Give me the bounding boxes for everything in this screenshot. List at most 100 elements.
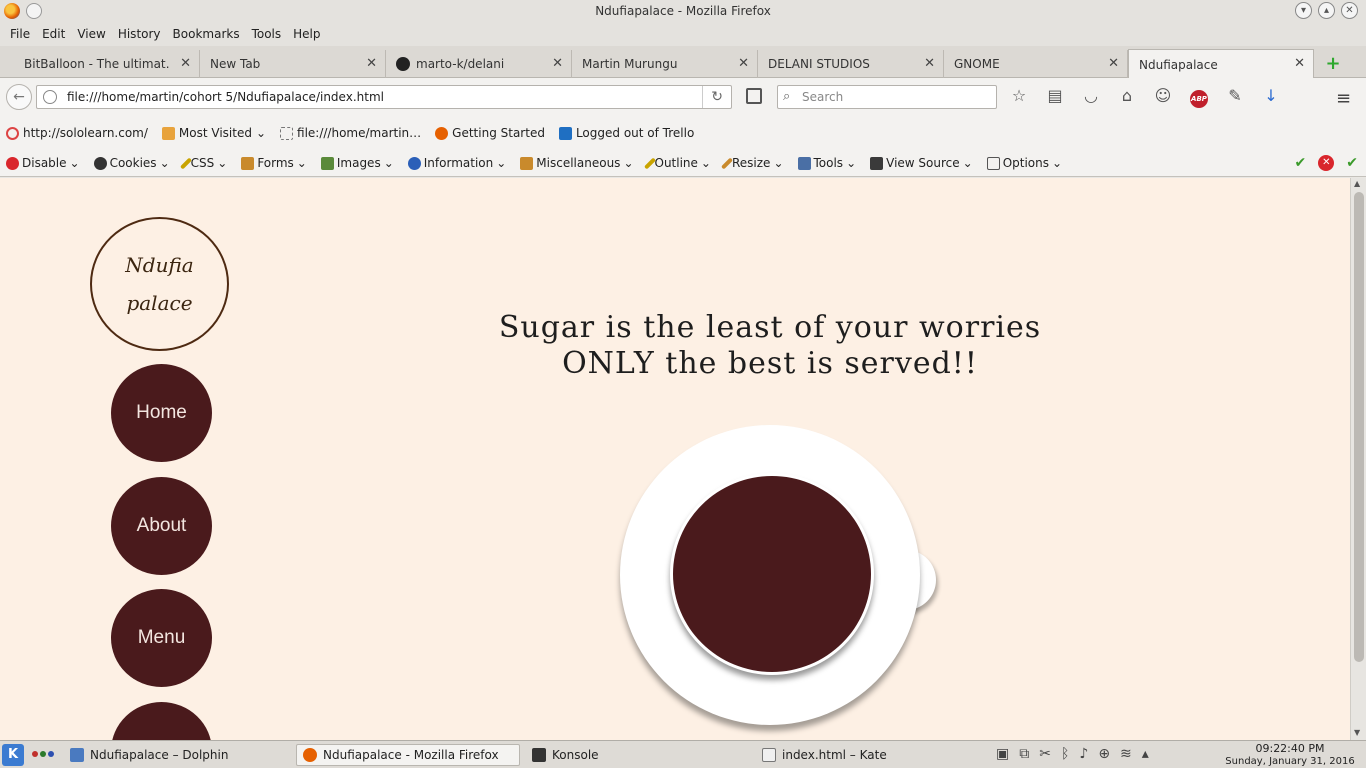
chat-icon[interactable]: ☺ xyxy=(1152,86,1174,108)
tab-new-tab[interactable]: New Tab ✕ xyxy=(200,50,386,78)
wifi-icon[interactable]: ≋ xyxy=(1120,746,1132,762)
dev-resize-menu[interactable]: Resize ⌄ xyxy=(720,156,784,170)
dev-label: Information xyxy=(423,156,494,170)
minimize-button[interactable]: ▾ xyxy=(1295,2,1312,19)
menu-help[interactable]: Help xyxy=(287,22,326,46)
tab-gnome[interactable]: GNOME ✕ xyxy=(944,50,1128,78)
menu-view[interactable]: View xyxy=(71,22,111,46)
window-title: Ndufiapalace - Mozilla Firefox xyxy=(595,4,771,18)
sidebar-icon[interactable] xyxy=(746,88,762,104)
pin-icon[interactable] xyxy=(26,3,42,19)
adblock-icon[interactable]: ABP xyxy=(1188,86,1210,108)
menu-file[interactable]: File xyxy=(4,22,36,46)
kde-launcher-icon[interactable]: K xyxy=(2,744,24,766)
page-scrollbar[interactable]: ▲ ▼ xyxy=(1350,178,1366,740)
bookmark-label: http://sololearn.com/ xyxy=(23,126,148,140)
tab-delani-studios[interactable]: DELANI STUDIOS ✕ xyxy=(758,50,944,78)
scroll-up-icon[interactable]: ▲ xyxy=(1354,179,1360,188)
calendar-icon[interactable]: ▣ xyxy=(996,746,1009,762)
hamburger-menu-icon[interactable]: ≡ xyxy=(1336,88,1351,109)
pocket-icon[interactable]: ◡ xyxy=(1080,86,1102,108)
dev-information-menu[interactable]: Information ⌄ xyxy=(407,156,506,170)
dev-forms-menu[interactable]: Forms ⌄ xyxy=(241,156,307,170)
bluetooth-icon[interactable]: ᛒ xyxy=(1061,746,1069,762)
chevron-down-icon: ⌄ xyxy=(255,126,267,140)
chevron-down-icon: ⌄ xyxy=(383,156,394,170)
tab-close-icon[interactable]: ✕ xyxy=(1294,56,1305,71)
dev-images-menu[interactable]: Images ⌄ xyxy=(320,156,394,170)
js-error-icon[interactable]: ✕ xyxy=(1318,155,1335,171)
dev-view-source-menu[interactable]: View Source ⌄ xyxy=(870,156,973,170)
sololearn-icon xyxy=(6,126,19,140)
site-identity-icon[interactable] xyxy=(43,90,57,104)
tab-close-icon[interactable]: ✕ xyxy=(738,56,749,71)
firefox-logo-icon[interactable] xyxy=(4,3,20,19)
tab-ndufiapalace[interactable]: Ndufiapalace ✕ xyxy=(1128,49,1314,79)
dev-outline-menu[interactable]: Outline ⌄ xyxy=(643,156,711,170)
download-icon[interactable]: ↓ xyxy=(1260,86,1282,108)
menu-history[interactable]: History xyxy=(112,22,167,46)
bookmark-file[interactable]: file:///home/martin… xyxy=(280,126,421,140)
url-bar[interactable]: file:///home/martin/cohort 5/Ndufiapalac… xyxy=(36,85,732,109)
volume-icon[interactable]: ♪ xyxy=(1079,746,1088,762)
window-controls: ▾ ▴ ✕ xyxy=(1295,2,1358,19)
tab-close-icon[interactable]: ✕ xyxy=(1108,56,1119,71)
clipboard-scissors-icon[interactable]: ✂ xyxy=(1039,746,1051,762)
menu-tools[interactable]: Tools xyxy=(246,22,288,46)
nav-home-button[interactable]: Home xyxy=(111,364,212,462)
bookmark-getting-started[interactable]: Getting Started xyxy=(435,126,545,140)
reload-icon[interactable]: ↻ xyxy=(702,86,723,108)
tab-label: marto-k/delani xyxy=(416,57,505,71)
css-valid-check-icon[interactable]: ✔ xyxy=(1295,155,1307,171)
reading-list-icon[interactable]: ▤ xyxy=(1044,86,1066,108)
extension-icon[interactable]: ✎ xyxy=(1224,86,1246,108)
bookmark-trello[interactable]: Logged out of Trello xyxy=(558,126,694,140)
nav-about-button[interactable]: About xyxy=(111,477,212,575)
dev-label: Disable xyxy=(22,156,67,170)
dev-disable-menu[interactable]: Disable ⌄ xyxy=(6,156,80,170)
network-icon[interactable]: ⊕ xyxy=(1098,746,1110,762)
dev-label: Resize xyxy=(731,156,771,170)
tab-close-icon[interactable]: ✕ xyxy=(366,56,377,71)
scroll-down-icon[interactable]: ▼ xyxy=(1354,728,1360,737)
nav-next-button[interactable] xyxy=(111,702,212,740)
home-icon[interactable]: ⌂ xyxy=(1116,86,1138,108)
tab-bitballoon[interactable]: BitBalloon - The ultimat… ✕ xyxy=(14,50,200,78)
menu-bookmarks[interactable]: Bookmarks xyxy=(167,22,246,46)
task-firefox[interactable]: Ndufiapalace - Mozilla Firefox xyxy=(296,744,520,766)
tab-martin-murungu[interactable]: Martin Murungu ✕ xyxy=(572,50,758,78)
dev-tools-menu[interactable]: Tools ⌄ xyxy=(797,156,856,170)
html-valid-check-icon[interactable]: ✔ xyxy=(1346,155,1358,171)
dev-label: Tools xyxy=(813,156,844,170)
close-window-button[interactable]: ✕ xyxy=(1341,2,1358,19)
nav-menu-button[interactable]: Menu xyxy=(111,589,212,687)
bookmark-star-icon[interactable]: ☆ xyxy=(1008,86,1030,108)
tab-github[interactable]: marto-k/delani ✕ xyxy=(386,50,572,78)
menu-edit[interactable]: Edit xyxy=(36,22,71,46)
dev-options-menu[interactable]: Options ⌄ xyxy=(986,156,1062,170)
dev-css-menu[interactable]: CSS ⌄ xyxy=(179,156,227,170)
bookmark-sololearn[interactable]: http://sololearn.com/ xyxy=(6,126,148,140)
dev-cookies-menu[interactable]: Cookies ⌄ xyxy=(93,156,170,170)
network-drive-icon[interactable]: ⧉ xyxy=(1019,746,1029,762)
back-button[interactable]: ← xyxy=(6,84,32,110)
search-input[interactable]: ⌕ Search xyxy=(777,85,997,109)
nav-icons: ☆ ▤ ◡ ⌂ ☺ ABP ✎ ↓ xyxy=(1008,86,1282,108)
scrollbar-thumb[interactable] xyxy=(1354,192,1364,662)
site-logo[interactable]: Ndufia palace xyxy=(90,217,229,351)
tab-label: DELANI STUDIOS xyxy=(768,57,870,71)
maximize-button[interactable]: ▴ xyxy=(1318,2,1335,19)
new-tab-plus-icon[interactable]: + xyxy=(1324,55,1342,73)
tray-expand-icon[interactable]: ▴ xyxy=(1142,746,1149,762)
task-dolphin[interactable]: Ndufiapalace – Dolphin xyxy=(64,744,288,766)
tab-close-icon[interactable]: ✕ xyxy=(180,56,191,71)
activities-icon[interactable] xyxy=(32,751,54,757)
tab-close-icon[interactable]: ✕ xyxy=(924,56,935,71)
chevron-down-icon: ⌄ xyxy=(159,156,170,170)
dev-miscellaneous-menu[interactable]: Miscellaneous ⌄ xyxy=(520,156,634,170)
clock[interactable]: 09:22:40 PM Sunday, January 31, 2016 xyxy=(1220,742,1360,768)
tab-close-icon[interactable]: ✕ xyxy=(552,56,563,71)
bookmark-most-visited[interactable]: Most Visited ⌄ xyxy=(161,126,267,140)
task-kate[interactable]: index.html – Kate xyxy=(756,744,980,766)
task-konsole[interactable]: Konsole xyxy=(526,744,750,766)
